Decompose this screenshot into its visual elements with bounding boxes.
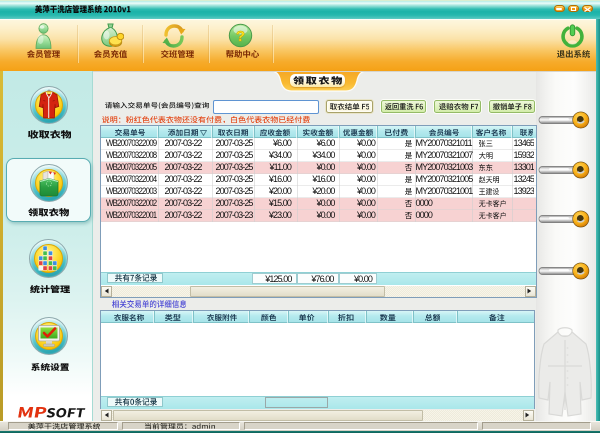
svg-text:?: ? [235,28,244,45]
